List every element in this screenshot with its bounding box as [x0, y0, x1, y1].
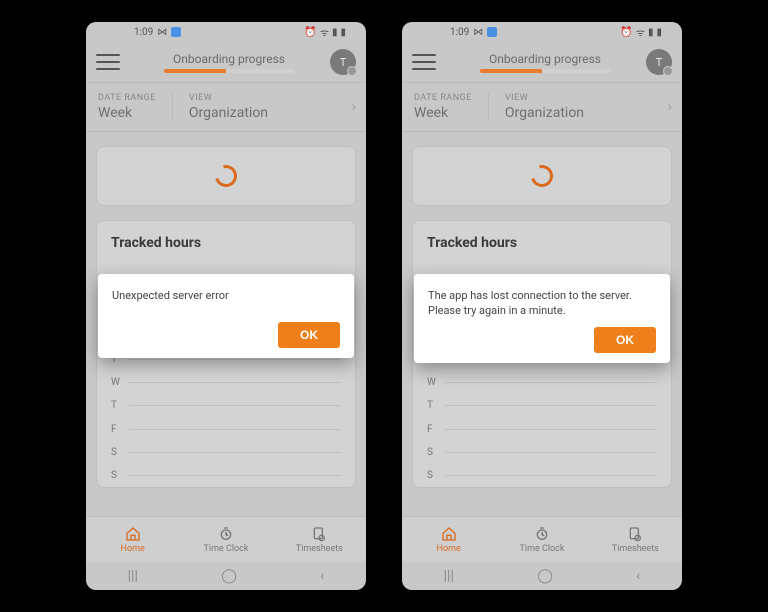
back-nav-icon[interactable]: ‹	[320, 568, 324, 584]
android-navbar: ||| ◯ ‹	[402, 562, 682, 590]
error-dialog: The app has lost connection to the serve…	[414, 274, 670, 363]
tracked-hours-title: Tracked hours	[111, 235, 341, 251]
clock-icon	[534, 526, 550, 542]
avatar[interactable]: T	[646, 49, 672, 75]
home-icon	[441, 526, 457, 542]
loading-card	[412, 146, 672, 206]
alarm-icon: ⏰	[620, 27, 632, 38]
filters-bar[interactable]: DATE RANGE Week VIEW Organization ›	[402, 82, 682, 132]
bottom-tabs: Home Time Clock Timesheets	[86, 516, 366, 562]
status-dnd-icon: ⋈	[157, 27, 167, 38]
clock-icon	[218, 526, 234, 542]
phone-left: 1:09 ⋈ ⏰ ᯤ ▮ ▮ Onboarding progress T DAT…	[86, 22, 366, 590]
home-nav-icon[interactable]: ◯	[537, 568, 553, 584]
wifi-icon: ᯤ	[320, 25, 329, 39]
view-filter[interactable]: VIEW Organization	[189, 93, 268, 121]
battery-icon: ▮	[656, 27, 662, 38]
tab-home[interactable]: Home	[402, 517, 495, 562]
menu-icon[interactable]	[412, 54, 436, 70]
avatar[interactable]: T	[330, 49, 356, 75]
signal-icon: ▮	[648, 27, 654, 38]
status-app-icon	[171, 27, 181, 37]
status-icons: ⏰ ᯤ ▮ ▮	[620, 25, 662, 39]
home-icon	[125, 526, 141, 542]
recents-icon[interactable]: |||	[444, 568, 454, 584]
back-nav-icon[interactable]: ‹	[636, 568, 640, 584]
status-icons: ⏰ ᯤ ▮ ▮	[304, 25, 346, 39]
ok-button[interactable]: OK	[278, 322, 340, 348]
tab-home[interactable]: Home	[86, 517, 179, 562]
status-time: 1:09	[134, 27, 153, 38]
status-bar: 1:09 ⋈ ⏰ ᯤ ▮ ▮	[402, 22, 682, 42]
ok-button[interactable]: OK	[594, 327, 656, 353]
filters-bar[interactable]: DATE RANGE Week VIEW Organization ›	[86, 82, 366, 132]
dialog-message: Unexpected server error	[112, 288, 340, 314]
app-header: Onboarding progress T	[86, 42, 366, 82]
tab-timesheets[interactable]: Timesheets	[273, 517, 366, 562]
tab-timeclock[interactable]: Time Clock	[179, 517, 272, 562]
timesheets-icon	[311, 526, 327, 542]
chevron-right-icon: ›	[352, 99, 356, 115]
view-filter[interactable]: VIEW Organization	[505, 93, 584, 121]
signal-icon: ▮	[332, 27, 338, 38]
phone-right: 1:09 ⋈ ⏰ ᯤ ▮ ▮ Onboarding progress T DAT…	[402, 22, 682, 590]
chevron-right-icon: ›	[668, 99, 672, 115]
tracked-hours-title: Tracked hours	[427, 235, 657, 251]
onboarding-progress[interactable]: Onboarding progress	[128, 52, 330, 73]
date-range-filter[interactable]: DATE RANGE Week	[414, 93, 472, 121]
status-app-icon	[487, 27, 497, 37]
loading-card	[96, 146, 356, 206]
spinner-icon	[211, 161, 241, 191]
home-nav-icon[interactable]: ◯	[221, 568, 237, 584]
status-bar: 1:09 ⋈ ⏰ ᯤ ▮ ▮	[86, 22, 366, 42]
menu-icon[interactable]	[96, 54, 120, 70]
status-dnd-icon: ⋈	[473, 27, 483, 38]
dialog-message: The app has lost connection to the serve…	[428, 288, 656, 319]
onboarding-progress[interactable]: Onboarding progress	[444, 52, 646, 73]
date-range-filter[interactable]: DATE RANGE Week	[98, 93, 156, 121]
android-navbar: ||| ◯ ‹	[86, 562, 366, 590]
app-header: Onboarding progress T	[402, 42, 682, 82]
bottom-tabs: Home Time Clock Timesheets	[402, 516, 682, 562]
error-dialog: Unexpected server error OK	[98, 274, 354, 358]
timesheets-icon	[627, 526, 643, 542]
alarm-icon: ⏰	[304, 27, 316, 38]
wifi-icon: ᯤ	[636, 25, 645, 39]
status-time: 1:09	[450, 27, 469, 38]
spinner-icon	[527, 161, 557, 191]
tab-timeclock[interactable]: Time Clock	[495, 517, 588, 562]
recents-icon[interactable]: |||	[128, 568, 138, 584]
battery-icon: ▮	[340, 27, 346, 38]
tab-timesheets[interactable]: Timesheets	[589, 517, 682, 562]
